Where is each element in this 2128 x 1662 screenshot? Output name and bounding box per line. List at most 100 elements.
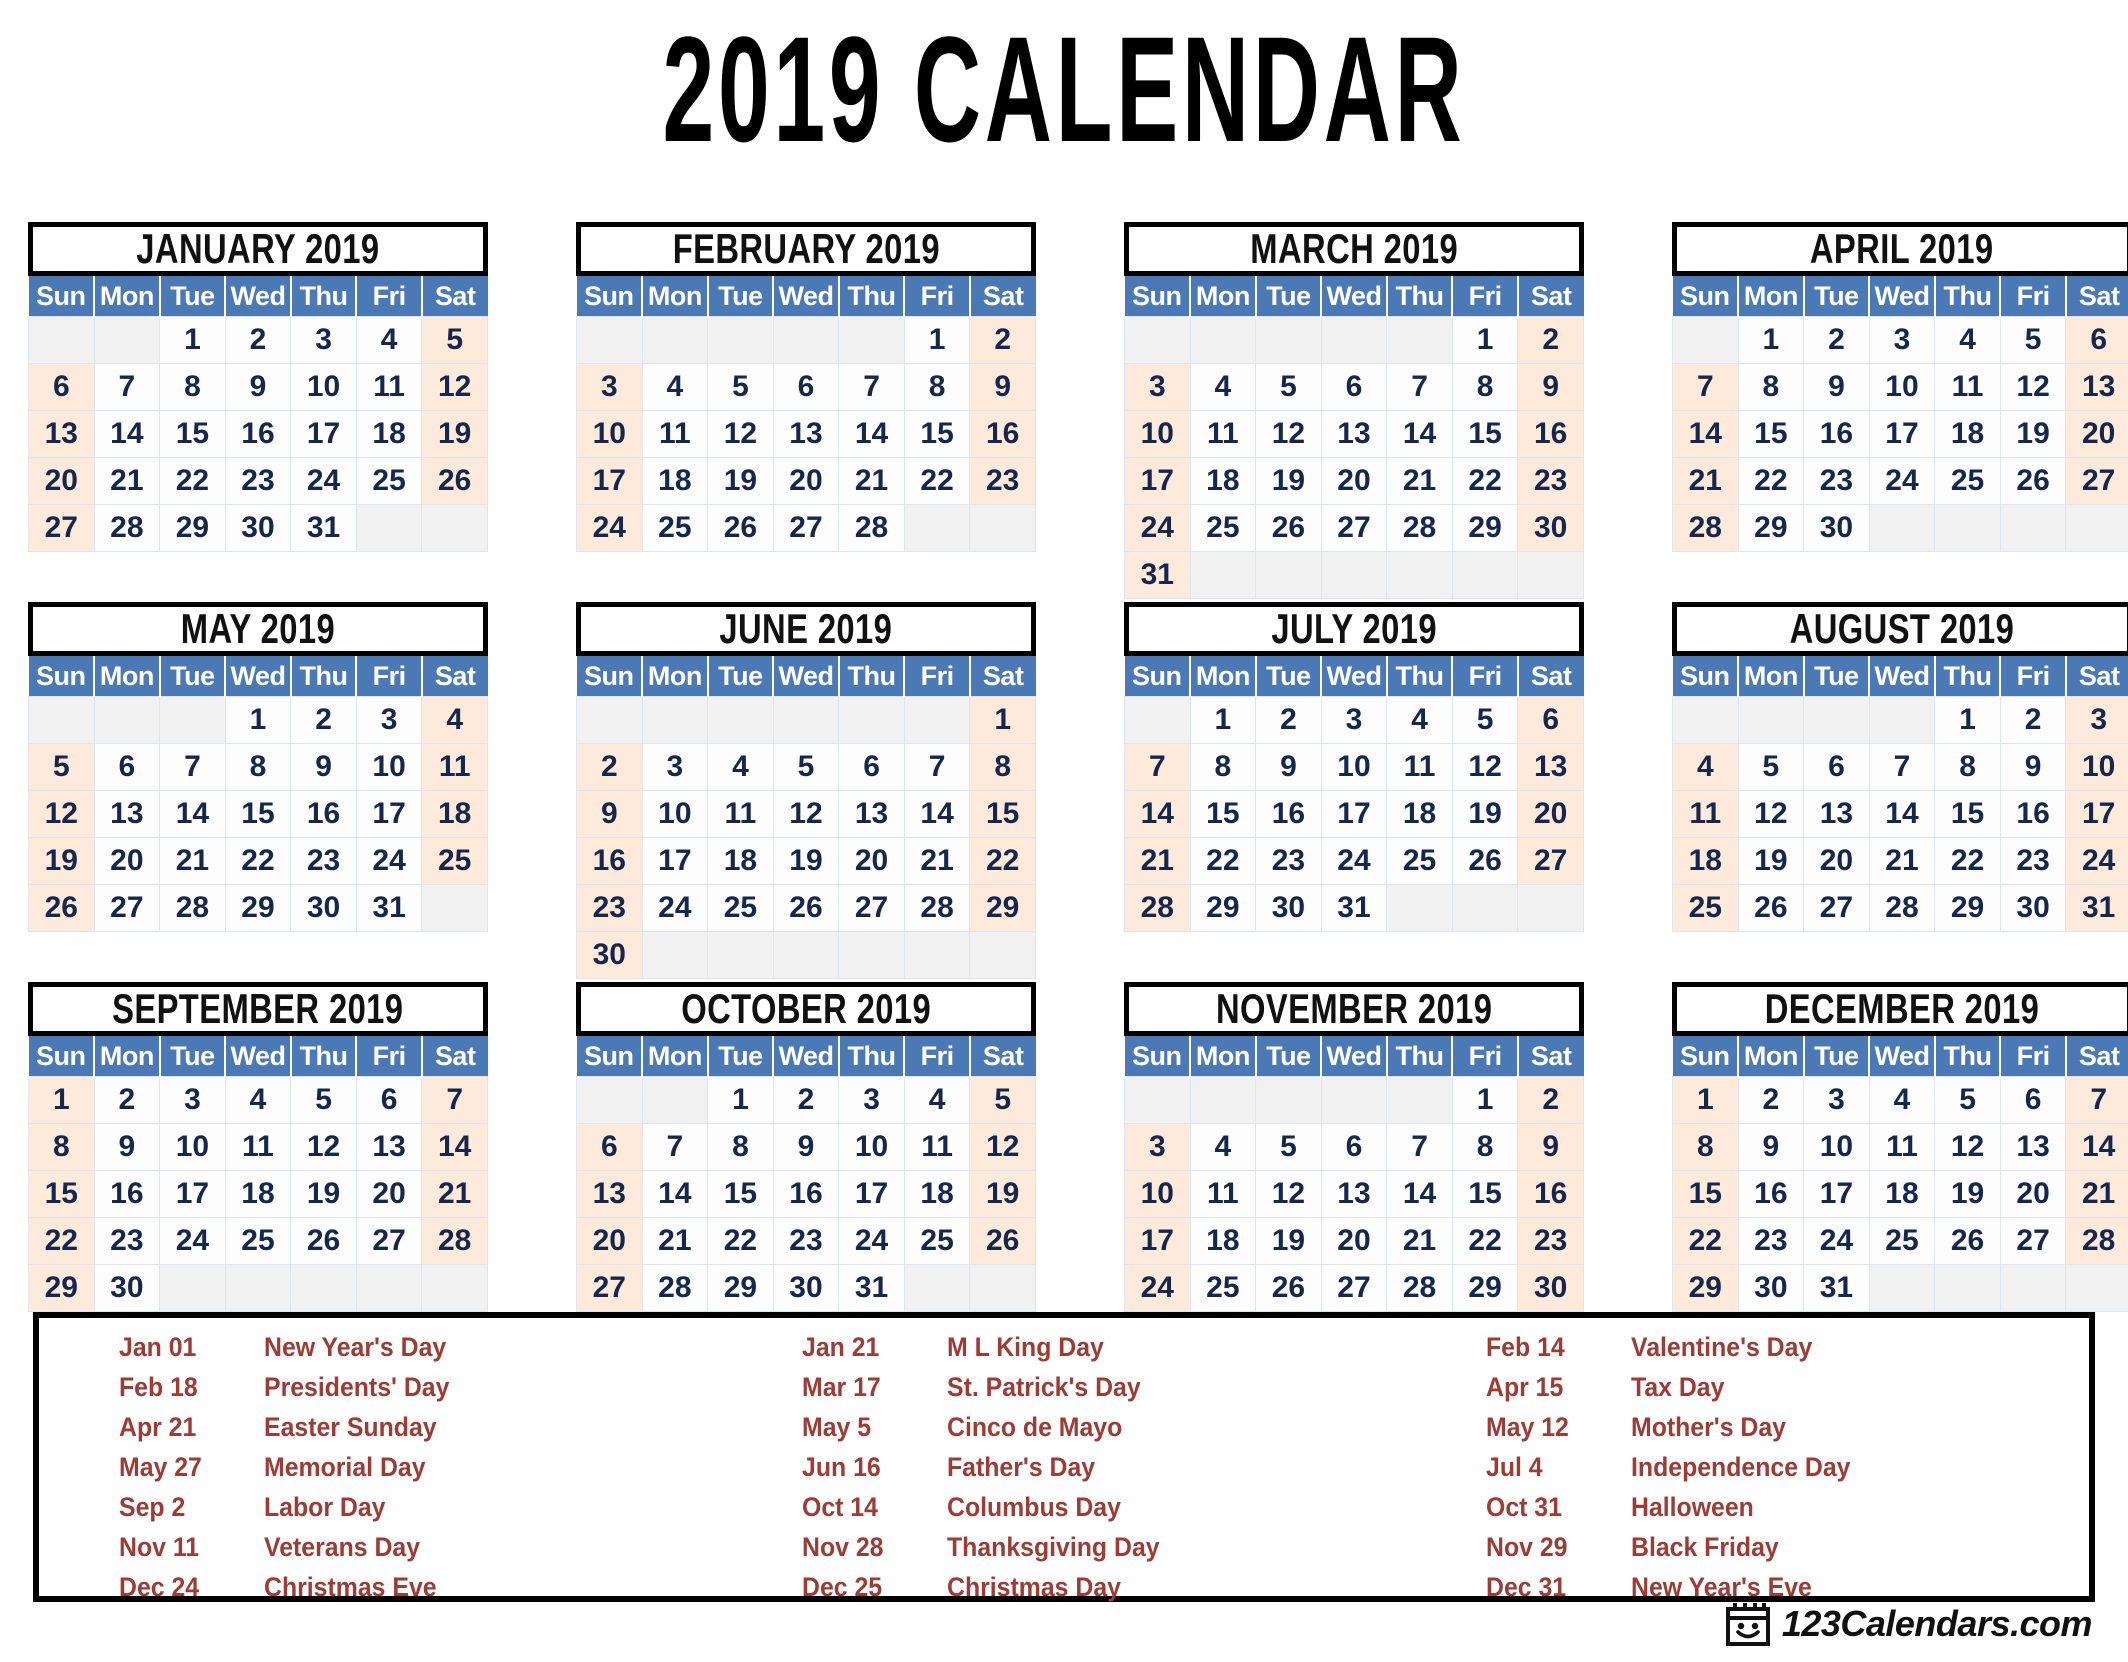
day-cell[interactable]: 13 xyxy=(1803,790,1870,838)
day-cell[interactable]: 18 xyxy=(355,410,423,458)
day-cell[interactable]: 24 xyxy=(290,457,357,505)
day-cell[interactable]: 7 xyxy=(641,1123,709,1171)
day-cell[interactable]: 22 xyxy=(159,457,226,505)
day-cell[interactable]: 5 xyxy=(1451,696,1519,744)
day-cell[interactable]: 12 xyxy=(1255,410,1322,458)
day-cell[interactable]: 29 xyxy=(1737,504,1805,552)
day-cell[interactable]: 26 xyxy=(1934,1217,2001,1265)
day-cell[interactable]: 18 xyxy=(421,790,488,838)
day-cell[interactable]: 21 xyxy=(1386,1217,1453,1265)
day-cell[interactable]: 17 xyxy=(838,1170,905,1218)
day-cell[interactable]: 20 xyxy=(1320,1217,1388,1265)
day-cell[interactable]: 1 xyxy=(1672,1076,1739,1124)
day-cell[interactable]: 6 xyxy=(355,1076,423,1124)
day-cell[interactable]: 3 xyxy=(1124,1123,1191,1171)
day-cell[interactable]: 2 xyxy=(772,1076,840,1124)
day-cell[interactable]: 2 xyxy=(93,1076,161,1124)
day-cell[interactable]: 20 xyxy=(576,1217,643,1265)
day-cell[interactable]: 5 xyxy=(707,363,774,411)
day-cell[interactable]: 16 xyxy=(1999,790,2067,838)
day-cell[interactable]: 13 xyxy=(355,1123,423,1171)
day-cell[interactable]: 4 xyxy=(1189,363,1257,411)
day-cell[interactable]: 14 xyxy=(1672,410,1739,458)
day-cell[interactable]: 10 xyxy=(1320,743,1388,791)
day-cell[interactable]: 10 xyxy=(838,1123,905,1171)
day-cell[interactable]: 5 xyxy=(1255,1123,1322,1171)
day-cell[interactable]: 19 xyxy=(772,837,840,885)
day-cell[interactable]: 15 xyxy=(1672,1170,1739,1218)
day-cell[interactable]: 25 xyxy=(641,504,709,552)
day-cell[interactable]: 11 xyxy=(707,790,774,838)
day-cell[interactable]: 6 xyxy=(93,743,161,791)
day-cell[interactable]: 28 xyxy=(421,1217,488,1265)
day-cell[interactable]: 14 xyxy=(1386,1170,1453,1218)
day-cell[interactable]: 17 xyxy=(1124,457,1191,505)
day-cell[interactable]: 21 xyxy=(421,1170,488,1218)
day-cell[interactable]: 19 xyxy=(1737,837,1805,885)
day-cell[interactable]: 19 xyxy=(1255,1217,1322,1265)
day-cell[interactable]: 8 xyxy=(1672,1123,1739,1171)
day-cell[interactable]: 13 xyxy=(28,410,95,458)
day-cell[interactable]: 5 xyxy=(1737,743,1805,791)
day-cell[interactable]: 2 xyxy=(1255,696,1322,744)
day-cell[interactable]: 4 xyxy=(355,316,423,364)
day-cell[interactable]: 4 xyxy=(224,1076,292,1124)
day-cell[interactable]: 19 xyxy=(969,1170,1036,1218)
day-cell[interactable]: 22 xyxy=(1451,457,1519,505)
day-cell[interactable]: 16 xyxy=(290,790,357,838)
day-cell[interactable]: 2 xyxy=(1999,696,2067,744)
day-cell[interactable]: 1 xyxy=(1451,1076,1519,1124)
day-cell[interactable]: 29 xyxy=(969,884,1036,932)
day-cell[interactable]: 23 xyxy=(772,1217,840,1265)
day-cell[interactable]: 30 xyxy=(1803,504,1870,552)
day-cell[interactable]: 25 xyxy=(355,457,423,505)
day-cell[interactable]: 28 xyxy=(2065,1217,2128,1265)
day-cell[interactable]: 31 xyxy=(2065,884,2128,932)
day-cell[interactable]: 31 xyxy=(1320,884,1388,932)
day-cell[interactable]: 18 xyxy=(1189,1217,1257,1265)
day-cell[interactable]: 16 xyxy=(1737,1170,1805,1218)
day-cell[interactable]: 18 xyxy=(1386,790,1453,838)
day-cell[interactable]: 24 xyxy=(576,504,643,552)
day-cell[interactable]: 8 xyxy=(707,1123,774,1171)
day-cell[interactable]: 10 xyxy=(1803,1123,1870,1171)
day-cell[interactable]: 11 xyxy=(355,363,423,411)
day-cell[interactable]: 25 xyxy=(1934,457,2001,505)
day-cell[interactable]: 22 xyxy=(1737,457,1805,505)
day-cell[interactable]: 16 xyxy=(1517,1170,1584,1218)
day-cell[interactable]: 9 xyxy=(1999,743,2067,791)
day-cell[interactable]: 16 xyxy=(224,410,292,458)
day-cell[interactable]: 22 xyxy=(1672,1217,1739,1265)
day-cell[interactable]: 27 xyxy=(28,504,95,552)
day-cell[interactable]: 31 xyxy=(838,1264,905,1312)
day-cell[interactable]: 27 xyxy=(1999,1217,2067,1265)
day-cell[interactable]: 1 xyxy=(1189,696,1257,744)
day-cell[interactable]: 14 xyxy=(1386,410,1453,458)
day-cell[interactable]: 30 xyxy=(290,884,357,932)
day-cell[interactable]: 1 xyxy=(159,316,226,364)
day-cell[interactable]: 12 xyxy=(969,1123,1036,1171)
day-cell[interactable]: 5 xyxy=(1255,363,1322,411)
day-cell[interactable]: 13 xyxy=(1999,1123,2067,1171)
day-cell[interactable]: 27 xyxy=(1517,837,1584,885)
day-cell[interactable]: 12 xyxy=(772,790,840,838)
day-cell[interactable]: 15 xyxy=(707,1170,774,1218)
day-cell[interactable]: 1 xyxy=(969,696,1036,744)
day-cell[interactable]: 24 xyxy=(159,1217,226,1265)
day-cell[interactable]: 5 xyxy=(772,743,840,791)
day-cell[interactable]: 16 xyxy=(1517,410,1584,458)
day-cell[interactable]: 3 xyxy=(838,1076,905,1124)
day-cell[interactable]: 26 xyxy=(1255,1264,1322,1312)
day-cell[interactable]: 18 xyxy=(1868,1170,1936,1218)
day-cell[interactable]: 26 xyxy=(1737,884,1805,932)
day-cell[interactable]: 5 xyxy=(28,743,95,791)
day-cell[interactable]: 28 xyxy=(159,884,226,932)
day-cell[interactable]: 20 xyxy=(93,837,161,885)
day-cell[interactable]: 23 xyxy=(1517,457,1584,505)
day-cell[interactable]: 10 xyxy=(355,743,423,791)
day-cell[interactable]: 14 xyxy=(159,790,226,838)
day-cell[interactable]: 20 xyxy=(1320,457,1388,505)
day-cell[interactable]: 28 xyxy=(93,504,161,552)
day-cell[interactable]: 17 xyxy=(576,457,643,505)
day-cell[interactable]: 13 xyxy=(2065,363,2128,411)
